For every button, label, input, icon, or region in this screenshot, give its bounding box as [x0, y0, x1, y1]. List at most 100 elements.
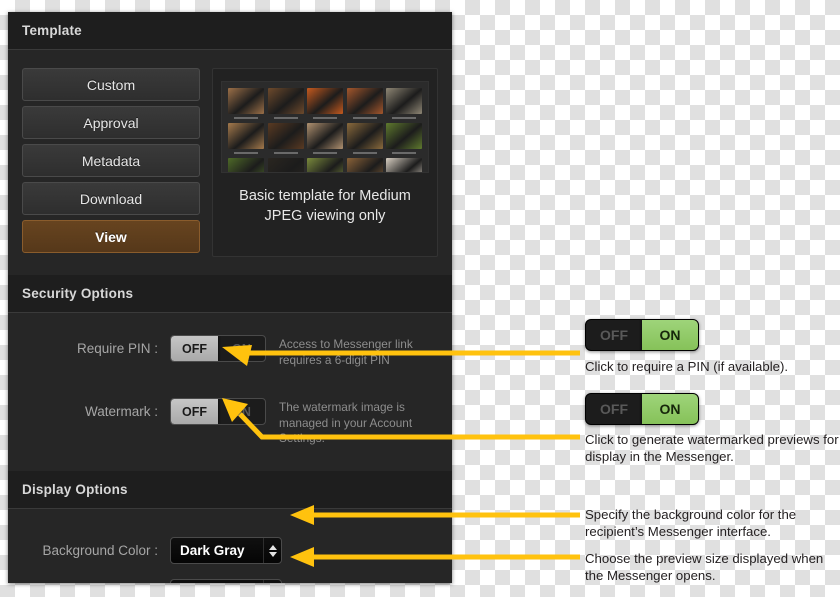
- thumbnail-caption: [273, 152, 298, 154]
- thumbnail-caption: [313, 152, 337, 154]
- thumbnail-cell: [228, 88, 264, 121]
- template-button-metadata[interactable]: Metadata: [22, 144, 200, 177]
- template-button-approval[interactable]: Approval: [22, 106, 200, 139]
- thumbnail-image: [386, 158, 422, 172]
- require-pin-label: Require PIN :: [76, 341, 158, 356]
- thumbnail-caption: [234, 117, 258, 119]
- template-section-body: Custom Approval Metadata Download View B…: [8, 50, 452, 275]
- section-title-display: Display Options: [22, 482, 128, 497]
- require-pin-toggle-on[interactable]: ON: [218, 336, 265, 361]
- require-pin-toggle[interactable]: OFF ON: [170, 335, 266, 362]
- thumbnail-cell: [346, 158, 383, 172]
- background-color-value: Dark Gray: [180, 543, 245, 558]
- thumbnail-cell: [267, 158, 304, 172]
- section-header-security: Security Options: [8, 275, 452, 313]
- thumbnail-caption: [392, 152, 416, 154]
- thumbnail-cell: [307, 158, 343, 172]
- security-section-body: Require PIN : OFF ON Access to Messenger…: [8, 313, 452, 471]
- thumbnail-cell: [346, 88, 383, 121]
- option-row-watermark: Watermark : OFF ON The watermark image i…: [8, 398, 452, 447]
- require-pin-description: Access to Messenger link requires a 6-di…: [279, 337, 413, 367]
- callout-toggle-watermark-off[interactable]: OFF: [586, 394, 642, 424]
- thumbnail-image: [228, 123, 264, 149]
- background-color-stepper-icon[interactable]: [263, 538, 281, 563]
- thumbnail-image: [228, 158, 264, 172]
- initial-view-stepper-icon[interactable]: [263, 580, 281, 583]
- callout-toggle-watermark[interactable]: OFF ON: [585, 393, 699, 425]
- thumbnail-grid-preview: [221, 81, 429, 173]
- template-button-list: Custom Approval Metadata Download View: [22, 68, 200, 257]
- template-button-approval-label: Approval: [83, 114, 139, 131]
- option-row-initial-view: Initial View : Thumb Grid: [8, 579, 452, 583]
- thumbnail-image: [346, 123, 383, 149]
- thumbnail-caption: [352, 117, 377, 119]
- template-button-view[interactable]: View: [22, 220, 200, 253]
- callout-text-background-color: Specify the background color for the rec…: [585, 507, 797, 539]
- callout-toggle-require-pin[interactable]: OFF ON: [585, 319, 699, 351]
- thumbnail-cell: [228, 158, 264, 172]
- thumbnail-cell: [228, 123, 264, 156]
- display-section-body: Background Color : Dark Gray Initial Vie…: [8, 509, 452, 583]
- thumbnail-row: [228, 88, 422, 121]
- require-pin-toggle-off[interactable]: OFF: [171, 336, 218, 361]
- thumbnail-cell: [267, 88, 304, 121]
- template-preview-caption: Basic template for Medium JPEG viewing o…: [239, 188, 411, 224]
- background-color-label: Background Color :: [42, 543, 158, 558]
- thumbnail-cell: [307, 123, 343, 156]
- thumbnail-image: [346, 88, 383, 114]
- watermark-label: Watermark :: [84, 404, 158, 420]
- thumbnail-caption: [352, 152, 377, 154]
- option-row-background-color: Background Color : Dark Gray: [8, 537, 452, 564]
- callout-toggle-watermark-on[interactable]: ON: [642, 394, 698, 424]
- thumbnail-image: [307, 88, 343, 114]
- thumbnail-image: [386, 123, 422, 149]
- section-title-security: Security Options: [22, 286, 134, 301]
- thumbnail-image: [267, 158, 304, 172]
- callout-toggle-require-pin-off[interactable]: OFF: [586, 320, 642, 350]
- thumbnail-caption: [234, 152, 258, 154]
- option-row-require-pin: Require PIN : OFF ON Access to Messenger…: [8, 335, 452, 368]
- thumbnail-cell: [386, 88, 422, 121]
- thumbnail-cell: [267, 123, 304, 156]
- thumbnail-cell: [346, 123, 383, 156]
- template-button-metadata-label: Metadata: [81, 152, 141, 169]
- section-header-display: Display Options: [8, 471, 452, 509]
- thumbnail-image: [267, 123, 304, 149]
- template-settings-panel: Template Custom Approval Metadata Downlo…: [8, 12, 452, 583]
- thumbnail-image: [386, 88, 422, 114]
- chevron-up-icon: [268, 544, 277, 550]
- background-color-dropdown[interactable]: Dark Gray: [170, 537, 282, 564]
- thumbnail-row: [228, 158, 422, 172]
- thumbnail-caption: [392, 117, 416, 119]
- chevron-down-icon: [268, 551, 277, 557]
- template-button-custom[interactable]: Custom: [22, 68, 200, 101]
- template-button-download-label: Download: [79, 190, 143, 207]
- thumbnail-image: [307, 158, 343, 172]
- thumbnail-image: [228, 88, 264, 114]
- callout-text-initial-view: Choose the preview size displayed when t…: [585, 551, 824, 583]
- thumbnail-row: [228, 123, 422, 156]
- watermark-toggle-on[interactable]: ON: [218, 399, 265, 424]
- watermark-toggle[interactable]: OFF ON: [170, 398, 266, 426]
- section-title-template: Template: [22, 23, 82, 38]
- template-preview-pane: Basic template for Medium JPEG viewing o…: [212, 68, 438, 257]
- thumbnail-cell: [307, 88, 343, 121]
- section-header-template: Template: [8, 12, 452, 50]
- thumbnail-cell: [386, 123, 422, 156]
- initial-view-dropdown[interactable]: Thumb Grid: [170, 579, 282, 583]
- thumbnail-image: [307, 123, 343, 149]
- callout-toggle-require-pin-on[interactable]: ON: [642, 320, 698, 350]
- thumbnail-caption: [273, 117, 298, 119]
- template-button-download[interactable]: Download: [22, 182, 200, 215]
- thumbnail-image: [346, 158, 383, 172]
- callout-text-require-pin: Click to require a PIN (if available).: [585, 359, 789, 374]
- template-button-custom-label: Custom: [86, 76, 136, 93]
- watermark-description: The watermark image is managed in your A…: [279, 400, 413, 446]
- template-button-view-label: View: [95, 228, 127, 245]
- callout-text-watermark: Click to generate watermarked previews f…: [585, 432, 839, 464]
- watermark-toggle-off[interactable]: OFF: [171, 399, 218, 425]
- thumbnail-caption: [313, 117, 337, 119]
- thumbnail-cell: [386, 158, 422, 172]
- thumbnail-image: [267, 88, 304, 114]
- initial-view-label: Initial View :: [22, 579, 170, 583]
